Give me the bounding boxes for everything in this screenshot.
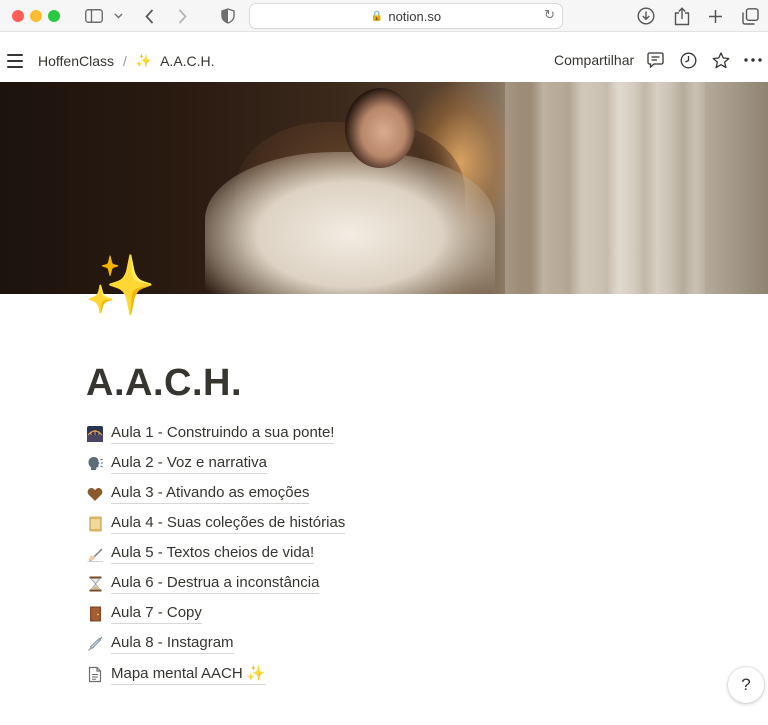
syringe-icon	[86, 635, 104, 653]
menu-icon[interactable]	[7, 54, 23, 68]
history-clock-icon[interactable]	[678, 50, 698, 70]
help-button[interactable]: ?	[728, 667, 764, 703]
lesson-link[interactable]: Aula 7 - Copy	[111, 604, 202, 624]
breadcrumb-page[interactable]: A.A.C.H.	[160, 53, 214, 69]
list-item[interactable]: Aula 1 - Construindo a sua ponte!	[86, 421, 335, 447]
favorite-star-icon[interactable]	[711, 50, 731, 70]
url-text: notion.so	[388, 8, 442, 24]
address-bar[interactable]: 🔒 notion.so ↻	[249, 3, 563, 29]
lesson-link[interactable]: Aula 5 - Textos cheios de vida!	[111, 544, 315, 564]
sidebar-toggle-icon[interactable]	[84, 6, 104, 26]
list-item[interactable]: Aula 6 - Destrua a inconstância	[86, 571, 320, 597]
tab-overview-icon[interactable]	[740, 6, 760, 26]
chevron-down-icon[interactable]	[112, 6, 124, 26]
bridge-icon	[86, 425, 104, 443]
door-icon	[86, 605, 104, 623]
scroll-icon	[86, 515, 104, 533]
share-button[interactable]: Compartilhar	[554, 52, 634, 68]
list-item[interactable]: Aula 7 - Copy	[86, 601, 202, 627]
lock-icon: 🔒	[370, 10, 384, 22]
browser-toolbar: 🔒 notion.so ↻	[0, 0, 768, 32]
back-icon[interactable]	[141, 6, 157, 26]
page-icon	[86, 665, 104, 683]
comments-icon[interactable]	[645, 50, 665, 70]
writing-hand-icon	[86, 545, 104, 563]
hourglass-icon	[86, 575, 104, 593]
speaking-head-icon	[86, 455, 104, 473]
lesson-link[interactable]: Aula 6 - Destrua a inconstância	[111, 574, 320, 594]
lesson-link[interactable]: Aula 8 - Instagram	[111, 634, 234, 654]
zoom-window-button[interactable]	[48, 10, 60, 22]
sparkles-icon: ✨	[135, 53, 153, 69]
forward-icon[interactable]	[174, 6, 190, 26]
reload-icon[interactable]: ↻	[544, 8, 555, 23]
close-window-button[interactable]	[12, 10, 24, 22]
lesson-link[interactable]: Aula 1 - Construindo a sua ponte!	[111, 424, 335, 444]
new-tab-icon[interactable]	[705, 6, 725, 26]
lesson-link[interactable]: Aula 4 - Suas coleções de histórias	[111, 514, 346, 534]
privacy-shield-icon[interactable]	[219, 6, 237, 26]
breadcrumb: HoffenClass / ✨ A.A.C.H.	[38, 53, 215, 69]
list-item[interactable]: Mapa mental AACH ✨	[86, 661, 266, 687]
mind-map-link[interactable]: Mapa mental AACH ✨	[111, 664, 266, 685]
list-item[interactable]: Aula 3 - Ativando as emoções	[86, 481, 310, 507]
sparkles-icon: ✨	[246, 663, 266, 682]
list-item[interactable]: Aula 4 - Suas coleções de histórias	[86, 511, 346, 537]
more-options-icon[interactable]	[743, 50, 763, 70]
minimize-window-button[interactable]	[30, 10, 42, 22]
lesson-link[interactable]: Aula 3 - Ativando as emoções	[111, 484, 310, 504]
downloads-icon[interactable]	[636, 6, 656, 26]
lesson-link[interactable]: Aula 2 - Voz e narrativa	[111, 454, 267, 474]
page-title[interactable]: A.A.C.H.	[86, 362, 242, 405]
list-item[interactable]: Aula 5 - Textos cheios de vida!	[86, 541, 315, 567]
breadcrumb-separator: /	[123, 53, 127, 69]
list-item[interactable]: Aula 8 - Instagram	[86, 631, 234, 657]
brown-heart-icon	[86, 485, 104, 503]
list-item[interactable]: Aula 2 - Voz e narrativa	[86, 451, 267, 477]
notion-topbar: HoffenClass / ✨ A.A.C.H. Compartilhar	[0, 40, 768, 82]
share-icon[interactable]	[672, 6, 692, 26]
sparkles-page-icon[interactable]: ✨	[84, 250, 156, 320]
breadcrumb-workspace[interactable]: HoffenClass	[38, 53, 114, 69]
